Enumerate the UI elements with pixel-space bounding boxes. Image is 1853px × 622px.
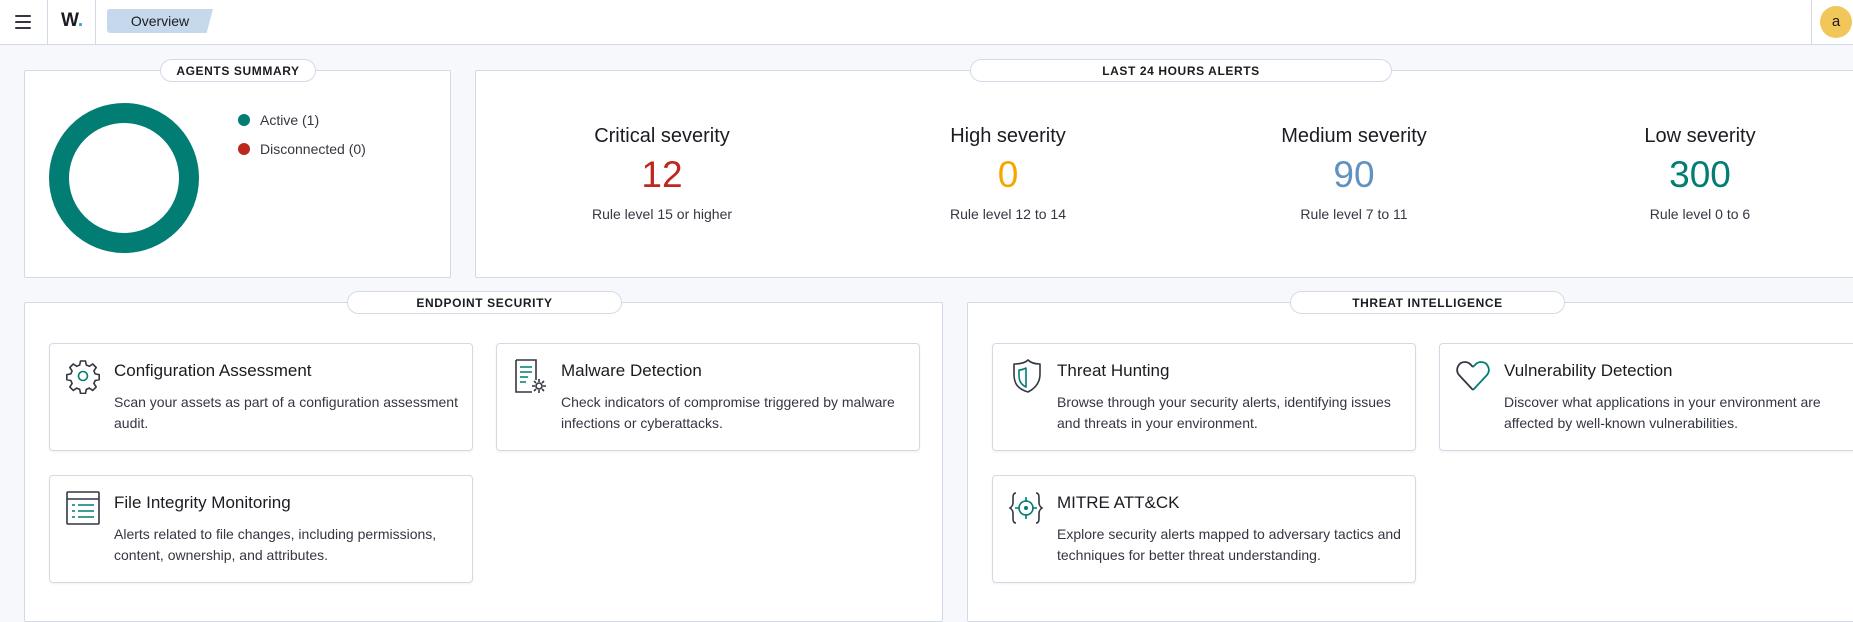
severity-description: Rule level 15 or higher [591, 206, 733, 222]
card-title: Vulnerability Detection [1504, 361, 1673, 380]
card-description: Alerts related to file changes, includin… [114, 526, 437, 563]
breadcrumb-overview[interactable]: Overview [107, 9, 213, 33]
agents-donut-chart[interactable] [49, 103, 199, 253]
low-count-link[interactable]: 300 [1570, 153, 1830, 197]
shield-icon [1013, 359, 1041, 393]
divider [95, 0, 96, 45]
severity-description: Rule level 12 to 14 [950, 206, 1066, 222]
gear-icon [66, 360, 100, 394]
crosshair-icon [1008, 492, 1044, 524]
card-description: Browse through your security alerts, ide… [1057, 394, 1391, 431]
card-title: Threat Hunting [1057, 361, 1170, 380]
card-description: Discover what applications in your envir… [1504, 394, 1821, 431]
menu-icon[interactable] [13, 13, 33, 31]
active-dot-icon [238, 114, 250, 126]
configuration-assessment-card[interactable]: Configuration Assessment Scan your asset… [49, 343, 473, 451]
top-bar: W. Overview a [0, 0, 1853, 45]
document-gear-icon [515, 359, 546, 393]
critical-count-link[interactable]: 12 [532, 153, 792, 197]
severity-title: High severity [950, 125, 1066, 147]
card-description: Explore security alerts mapped to advers… [1057, 526, 1401, 563]
card-title: Configuration Assessment [114, 361, 312, 380]
mitre-attack-card[interactable]: MITRE ATT&CK Explore security alerts map… [992, 475, 1416, 583]
threat-intelligence-panel: THREAT INTELLIGENCE Threat Hunting Brows… [967, 291, 1853, 622]
panel-title: AGENTS SUMMARY [160, 59, 316, 82]
panel-title: ENDPOINT SECURITY [347, 291, 622, 314]
panel-title: THREAT INTELLIGENCE [1290, 291, 1565, 314]
medium-count-link[interactable]: 90 [1224, 153, 1484, 197]
donut-segment-active [49, 103, 199, 253]
severity-description: Rule level 7 to 11 [1300, 206, 1408, 222]
medium-severity-stat: Medium severity 90 Rule level 7 to 11 [1224, 125, 1484, 222]
endpoint-security-panel: ENDPOINT SECURITY Configuration Assessme… [24, 291, 943, 622]
high-count-link[interactable]: 0 [878, 153, 1138, 197]
severity-title: Medium severity [1281, 125, 1427, 147]
user-avatar[interactable]: a [1820, 6, 1852, 38]
card-title: File Integrity Monitoring [114, 493, 291, 512]
malware-detection-card[interactable]: Malware Detection Check indicators of co… [496, 343, 920, 451]
divider [47, 0, 48, 45]
severity-title: Low severity [1644, 125, 1756, 147]
card-description: Check indicators of compromise triggered… [561, 394, 895, 431]
disconnected-dot-icon [238, 143, 250, 155]
panel-title: LAST 24 HOURS ALERTS [970, 59, 1392, 82]
heart-icon [1456, 361, 1490, 391]
legend-item-active[interactable]: Active (1) [238, 112, 319, 128]
vulnerability-detection-card[interactable]: Vulnerability Detection Discover what ap… [1439, 343, 1853, 451]
alerts-panel: LAST 24 HOURS ALERTS Critical severity 1… [475, 59, 1853, 278]
threat-hunting-card[interactable]: Threat Hunting Browse through your secur… [992, 343, 1416, 451]
legend-item-disconnected[interactable]: Disconnected (0) [238, 141, 366, 157]
severity-title: Critical severity [594, 125, 730, 147]
card-title: MITRE ATT&CK [1057, 493, 1180, 512]
high-severity-stat: High severity 0 Rule level 12 to 14 [878, 125, 1138, 222]
file-integrity-monitoring-card[interactable]: File Integrity Monitoring Alerts related… [49, 475, 473, 583]
severity-description: Rule level 0 to 6 [1649, 206, 1751, 222]
critical-severity-stat: Critical severity 12 Rule level 15 or hi… [532, 125, 792, 222]
low-severity-stat: Low severity 300 Rule level 0 to 6 [1570, 125, 1830, 222]
card-description: Scan your assets as part of a configurat… [114, 394, 458, 431]
list-document-icon [66, 491, 100, 525]
app-logo[interactable]: W. [61, 10, 83, 32]
divider [1811, 0, 1812, 45]
agents-summary-panel: AGENTS SUMMARY Active (1) Disconnected (… [24, 59, 451, 278]
card-title: Malware Detection [561, 361, 702, 380]
